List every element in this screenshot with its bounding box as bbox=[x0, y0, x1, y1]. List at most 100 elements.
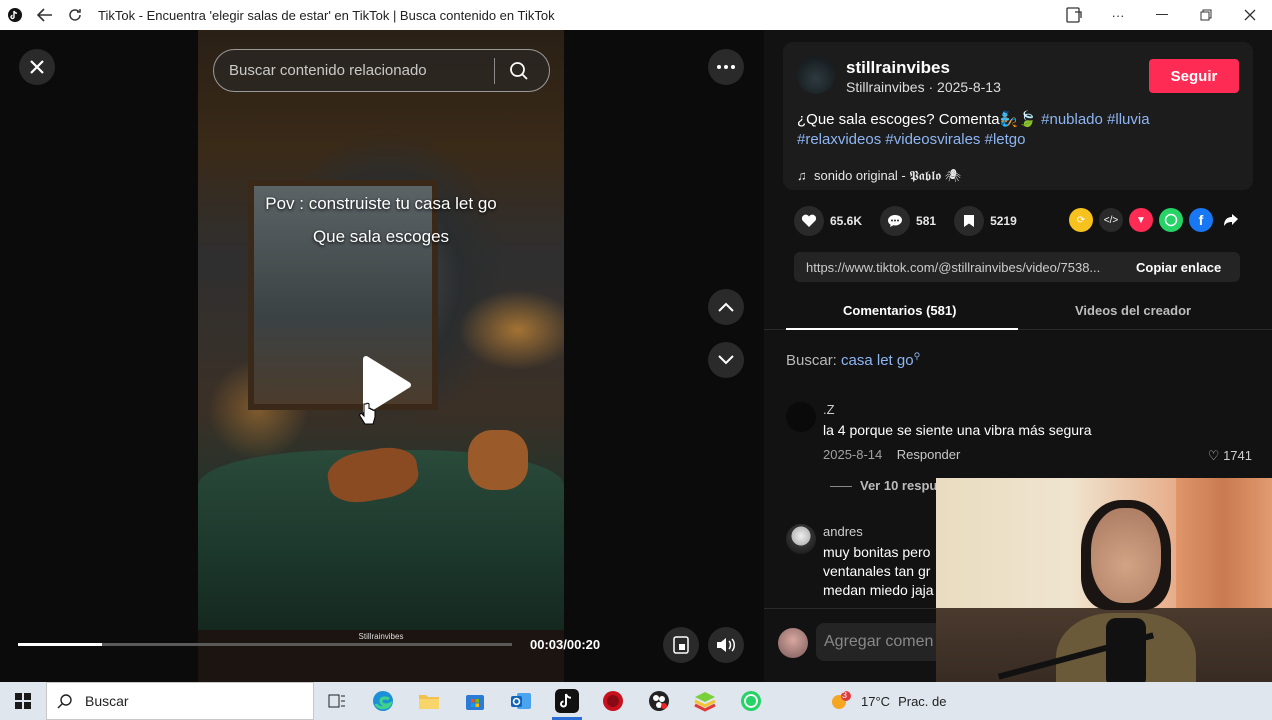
refresh-icon[interactable] bbox=[60, 0, 90, 30]
more-icon[interactable]: ··· bbox=[1096, 0, 1140, 30]
comment-username[interactable]: andres bbox=[823, 524, 863, 539]
hashtag-link[interactable]: #relaxvideos bbox=[797, 131, 881, 148]
share-arrow-icon[interactable] bbox=[1219, 208, 1243, 232]
related-search-input[interactable] bbox=[214, 62, 494, 79]
previous-video-button[interactable] bbox=[708, 289, 744, 325]
facebook-icon[interactable]: f bbox=[1189, 208, 1213, 232]
creator-display-name: Stillrainvibes bbox=[846, 79, 925, 95]
music-note-icon: ♫ bbox=[797, 168, 807, 183]
view-replies-button[interactable]: Ver 10 respu bbox=[830, 478, 937, 493]
music-title: sonido original - 𝕻𝖆𝖇𝖑𝖔 🕷 bbox=[813, 168, 962, 183]
comment-username[interactable]: .Z bbox=[823, 402, 835, 417]
comment-text-line: medan miedo jaja bbox=[823, 582, 934, 598]
copy-link-button[interactable]: Copiar enlace bbox=[1136, 260, 1221, 275]
send-icon[interactable]: ▼ bbox=[1129, 208, 1153, 232]
app-install-icon[interactable] bbox=[1052, 0, 1096, 30]
webcam-face bbox=[1091, 508, 1161, 603]
weather-badge: 3 bbox=[842, 690, 848, 700]
hand-cursor-icon bbox=[359, 402, 376, 425]
save-count: 5219 bbox=[990, 214, 1017, 228]
tab-creator-videos[interactable]: Videos del creador bbox=[1075, 303, 1191, 318]
webcam-microphone bbox=[1106, 618, 1146, 688]
chevron-down-icon bbox=[718, 355, 734, 365]
creator-subtitle: Stillrainvibes · 2025-8-13 bbox=[846, 79, 1001, 95]
file-explorer-icon[interactable] bbox=[406, 682, 452, 720]
like-button[interactable] bbox=[794, 206, 824, 236]
next-video-button[interactable] bbox=[708, 342, 744, 378]
creator-username[interactable]: stillrainvibes bbox=[846, 58, 950, 78]
reply-button[interactable]: Responder bbox=[897, 447, 961, 462]
active-tab-indicator bbox=[786, 328, 1018, 330]
search-icon[interactable] bbox=[495, 49, 543, 92]
search-hint-keyword[interactable]: casa let go bbox=[841, 352, 914, 369]
red-app-icon[interactable] bbox=[590, 682, 636, 720]
minimize-icon[interactable] bbox=[1140, 0, 1184, 30]
weather-sun-icon bbox=[832, 691, 851, 709]
hashtag-link[interactable]: #lluvia bbox=[1107, 111, 1150, 128]
save-button[interactable] bbox=[954, 206, 985, 236]
video-time: 00:03/00:20 bbox=[530, 637, 601, 652]
bookmark-icon bbox=[964, 215, 975, 227]
volume-icon bbox=[717, 638, 735, 652]
taskbar-search[interactable]: Buscar bbox=[46, 682, 314, 720]
comment-meta: 2025-8-14 Responder bbox=[823, 447, 960, 462]
comment-like-count: 1741 bbox=[1223, 448, 1252, 463]
repost-icon[interactable]: ⟳ bbox=[1069, 208, 1093, 232]
back-arrow-icon[interactable] bbox=[30, 0, 60, 30]
weather-widget[interactable]: 3 17°C Prac. de bbox=[830, 682, 946, 720]
heart-outline-icon: ♡ bbox=[1207, 448, 1220, 463]
chevron-up-icon bbox=[718, 302, 734, 312]
post-info-card: stillrainvibes Stillrainvibes · 2025-8-1… bbox=[783, 42, 1253, 190]
video-player: Pov : construiste tu casa let go Que sal… bbox=[0, 30, 764, 682]
follow-button[interactable]: Seguir bbox=[1149, 59, 1239, 93]
comment-avatar[interactable] bbox=[786, 524, 816, 554]
post-caption: ¿Que sala escoges? Comenta🧞🍃 #nublado #l… bbox=[797, 110, 1237, 150]
video-progress-fill bbox=[18, 643, 102, 646]
comment-date: 2025-8-14 bbox=[823, 447, 883, 462]
comment-text-line: muy bonitas pero bbox=[823, 544, 931, 560]
comment-avatar[interactable] bbox=[786, 402, 816, 432]
whatsapp-icon[interactable] bbox=[728, 682, 774, 720]
floating-player-button[interactable] bbox=[663, 627, 699, 663]
video-caption-line2: Que sala escoges bbox=[312, 227, 450, 246]
comment-search-hint: Buscar: casa let go⚲ bbox=[786, 351, 920, 369]
video-caption-line1: Pov : construiste tu casa let go bbox=[265, 194, 497, 213]
embed-icon[interactable]: </> bbox=[1099, 208, 1123, 232]
volume-button[interactable] bbox=[708, 627, 744, 663]
windows-start-icon[interactable] bbox=[0, 682, 46, 720]
close-icon bbox=[30, 60, 44, 74]
hashtag-link[interactable]: #letgo bbox=[985, 131, 1026, 148]
obs-icon[interactable] bbox=[636, 682, 682, 720]
view-replies-label: Ver 10 respu bbox=[860, 478, 938, 493]
store-icon[interactable] bbox=[452, 682, 498, 720]
restore-icon[interactable] bbox=[1184, 0, 1228, 30]
tab-comments[interactable]: Comentarios (581) bbox=[843, 303, 956, 318]
more-options-button[interactable] bbox=[708, 49, 744, 85]
like-count: 65.6K bbox=[830, 214, 863, 228]
tiktok-icon[interactable] bbox=[544, 682, 590, 720]
video-progress-bar[interactable] bbox=[18, 643, 512, 646]
weather-text: Prac. de bbox=[898, 693, 947, 709]
bluestacks-icon[interactable] bbox=[682, 682, 728, 720]
search-mini-icon: ⚲ bbox=[913, 351, 921, 361]
music-link[interactable]: ♫ sonido original - 𝕻𝖆𝖇𝖑𝖔 🕷 bbox=[797, 168, 961, 184]
panel-tabs: Comentarios (581) Videos del creador bbox=[764, 292, 1272, 330]
comment-text: la 4 porque se siente una vibra más segu… bbox=[823, 422, 1092, 438]
video-watermark: Stillrainvibes bbox=[358, 632, 404, 641]
taskbar: Buscar 3 17°C Prac. de bbox=[0, 682, 1272, 720]
comment-button[interactable] bbox=[880, 206, 911, 236]
close-player-button[interactable] bbox=[19, 49, 55, 85]
share-url[interactable]: https://www.tiktok.com/@stillrainvibes/v… bbox=[794, 260, 1124, 275]
task-view-icon[interactable] bbox=[314, 682, 360, 720]
creator-avatar[interactable] bbox=[797, 56, 835, 94]
close-icon[interactable] bbox=[1228, 0, 1272, 30]
hashtag-link[interactable]: #videosvirales bbox=[885, 131, 980, 148]
share-link-bar: https://www.tiktok.com/@stillrainvibes/v… bbox=[794, 252, 1240, 282]
comment-like-button[interactable]: ♡ 1741 bbox=[1208, 448, 1252, 464]
outlook-icon[interactable] bbox=[498, 682, 544, 720]
comment-text-line: ventanales tan gr bbox=[823, 563, 931, 579]
whatsapp-icon[interactable] bbox=[1159, 208, 1183, 232]
edge-icon[interactable] bbox=[360, 682, 406, 720]
hashtag-link[interactable]: #nublado bbox=[1041, 111, 1103, 128]
comment-count: 581 bbox=[916, 214, 937, 228]
